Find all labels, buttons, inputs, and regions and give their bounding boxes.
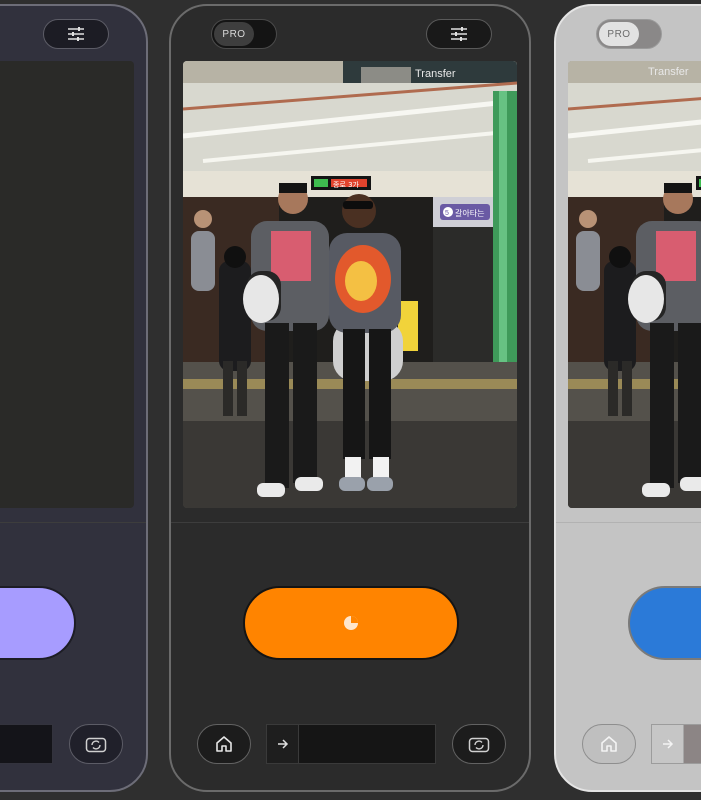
home-icon <box>601 736 617 752</box>
timer-icon <box>344 616 358 630</box>
lens-next-button[interactable] <box>652 725 684 763</box>
camera-viewfinder: Transfer 5 갈아타는 종로 3가 <box>183 61 517 508</box>
pro-toggle[interactable]: PRO <box>596 19 662 49</box>
lens-selector[interactable] <box>266 724 436 764</box>
pro-toggle-knob: PRO <box>214 22 254 46</box>
home-button[interactable] <box>582 724 636 764</box>
camera-flip-icon <box>85 737 107 753</box>
divider <box>556 522 701 523</box>
sliders-icon <box>68 27 84 41</box>
arrow-right-icon <box>662 739 673 749</box>
pro-toggle-knob: PRO <box>599 22 639 46</box>
divider <box>0 522 146 523</box>
pro-toggle[interactable]: PRO <box>211 19 277 49</box>
settings-button[interactable] <box>426 19 492 49</box>
pro-label: PRO <box>222 28 246 40</box>
sign-line-number: 5 <box>445 210 449 217</box>
divider <box>171 522 529 523</box>
lens-next-button[interactable] <box>267 725 299 763</box>
sign-transfer: Transfer <box>648 66 689 78</box>
sliders-icon <box>451 27 467 41</box>
capture-button[interactable] <box>243 586 459 660</box>
home-icon <box>216 736 232 752</box>
lens-selector[interactable] <box>651 724 701 764</box>
viewfinder-image <box>0 61 134 508</box>
phone-preview-orange: PRO Transfer 5 갈아타는 종로 3가 <box>169 4 531 792</box>
sign-platform: 갈아타는 <box>455 208 484 218</box>
phone-preview-lavender <box>0 4 148 792</box>
flip-camera-button[interactable] <box>452 724 506 764</box>
capture-button[interactable] <box>628 586 701 660</box>
flip-camera-button[interactable] <box>69 724 123 764</box>
arrow-right-icon <box>277 739 288 749</box>
viewfinder-image: Transfer <box>568 61 701 508</box>
lens-selector[interactable] <box>0 724 53 764</box>
settings-button[interactable] <box>43 19 109 49</box>
phone-preview-light: PRO Transfer <box>554 4 701 792</box>
capture-button[interactable] <box>0 586 76 660</box>
sign-transfer: Transfer <box>415 68 456 80</box>
viewfinder-image: Transfer 5 갈아타는 종로 3가 <box>183 61 517 508</box>
home-button[interactable] <box>197 724 251 764</box>
camera-viewfinder: Transfer <box>568 61 701 508</box>
screenshot-stage: PRO Transfer 5 갈아타는 종로 3가 PRO Transfer <box>0 0 701 800</box>
camera-viewfinder <box>0 61 134 508</box>
camera-flip-icon <box>468 737 490 753</box>
pro-label: PRO <box>607 28 631 40</box>
display-board-text: 종로 3가 <box>333 180 360 189</box>
